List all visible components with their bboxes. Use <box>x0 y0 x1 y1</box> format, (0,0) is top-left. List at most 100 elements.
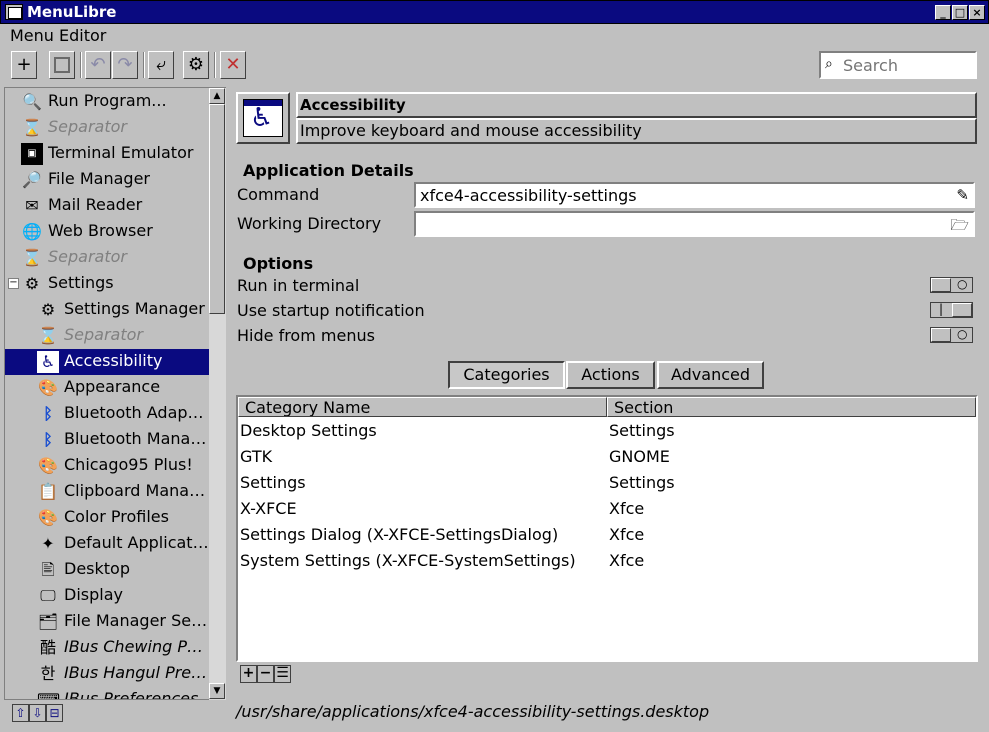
toggle-knob <box>952 303 972 317</box>
add-button[interactable]: + <box>11 51 37 79</box>
bluetooth-icon: ᛒ <box>43 430 53 449</box>
table-row[interactable]: Settings Settings <box>238 471 976 497</box>
hide-from-menus-toggle[interactable]: ○ <box>930 327 973 343</box>
minimize-button[interactable]: _ <box>935 5 951 20</box>
binoculars-icon: ⌕ <box>825 56 833 72</box>
tab-actions[interactable]: Actions <box>566 361 655 389</box>
category-name-cell: System Settings (X-XFCE-SystemSettings) <box>240 551 576 570</box>
tree-item[interactable]: ⌛ Separator <box>5 323 210 349</box>
tree-item[interactable]: ⌨ IBus Preferences <box>5 687 210 700</box>
tree-item-label: Bluetooth Adap… <box>64 403 204 422</box>
working-directory-input[interactable] <box>418 214 948 234</box>
menu-tree[interactable]: 🔍 Run Program... ⌛ Separator ▣ Terminal Emula… <box>4 87 226 700</box>
scroll-thumb[interactable] <box>209 104 225 314</box>
edit-categories-button[interactable]: ☰ <box>274 665 291 683</box>
column-header-section[interactable]: Section <box>607 397 976 417</box>
magnifier-icon: 🔍 <box>22 92 42 111</box>
tree-item[interactable]: − ⚙ Settings <box>5 271 210 297</box>
command-label: Command <box>237 185 320 204</box>
tree-item[interactable]: 🔍 Run Program... <box>5 89 210 115</box>
categories-table[interactable]: Category Name Section Desktop Settings Se… <box>236 395 978 662</box>
tree-item-label: IBus Chewing P… <box>64 637 203 656</box>
toggle-knob <box>931 328 951 342</box>
tree-item[interactable]: 📋 Clipboard Mana… <box>5 479 210 505</box>
folder-icon[interactable]: 🗁 <box>950 215 969 240</box>
tree-scrollbar[interactable]: ▲ ▼ <box>209 88 226 700</box>
undo-button[interactable]: ↶ <box>85 51 111 79</box>
table-row[interactable]: Settings Dialog (X-XFCE-SettingsDialog) X… <box>238 523 976 549</box>
collapse-icon[interactable]: − <box>8 278 19 289</box>
move-up-button[interactable]: ⇧ <box>12 704 29 722</box>
tree-item[interactable]: 🌐 Web Browser <box>5 219 210 245</box>
table-row[interactable]: System Settings (X-XFCE-SystemSettings) X… <box>238 549 976 575</box>
startup-notification-toggle[interactable]: | <box>930 302 973 318</box>
mail-icon: ✉ <box>25 196 39 215</box>
tree-item[interactable]: ⚙ Settings Manager <box>5 297 210 323</box>
tree-item[interactable]: ✦ Default Applicat… <box>5 531 210 557</box>
table-row[interactable]: Desktop Settings Settings <box>238 419 976 445</box>
tree-item[interactable]: ᛒ Bluetooth Adap… <box>5 401 210 427</box>
redo-button[interactable]: ↷ <box>112 51 138 79</box>
save-button[interactable] <box>49 51 75 79</box>
sort-button[interactable]: ⊟ <box>46 704 63 722</box>
category-name-cell: X-XFCE <box>240 499 297 518</box>
tree-item[interactable]: 🖵 Display <box>5 583 210 609</box>
desktop-file-path: /usr/share/applications/xfce4-accessibil… <box>236 702 710 721</box>
section-cell: Xfce <box>609 525 645 544</box>
app-comment-field[interactable]: Improve keyboard and mouse accessibility <box>296 118 977 144</box>
tree-item[interactable]: ✉ Mail Reader <box>5 193 210 219</box>
tree-item[interactable]: 🎨 Appearance <box>5 375 210 401</box>
application-details-heading: Application Details <box>243 161 414 180</box>
hourglass-icon: ⌛ <box>22 118 42 137</box>
maximize-button[interactable]: □ <box>952 5 968 20</box>
menu-editor-menu[interactable]: Menu Editor <box>10 26 106 45</box>
column-header-category-name[interactable]: Category Name <box>238 397 607 417</box>
tree-item[interactable]: ⌛ Separator <box>5 115 210 141</box>
move-down-button[interactable]: ⇩ <box>29 704 46 722</box>
edit-pencil-icon[interactable]: ✎ <box>956 186 969 204</box>
tree-item[interactable]: 한 IBus Hangul Pre… <box>5 661 210 687</box>
tree-item-label: Bluetooth Mana… <box>64 429 207 448</box>
app-name-field[interactable]: Accessibility <box>296 92 977 118</box>
section-cell: Settings <box>609 421 675 440</box>
tree-item-label: Separator <box>48 117 127 136</box>
tree-item[interactable]: ᛒ Bluetooth Mana… <box>5 427 210 453</box>
tree-item[interactable]: 🎨 Chicago95 Plus! <box>5 453 210 479</box>
close-button[interactable]: × <box>969 5 985 20</box>
tree-item[interactable]: 🖹 Desktop <box>5 557 210 583</box>
category-name-cell: GTK <box>240 447 273 466</box>
run-in-terminal-toggle[interactable]: ○ <box>930 277 973 293</box>
tree-item-label: IBus Preferences <box>64 689 199 700</box>
scroll-down-button[interactable]: ▼ <box>209 683 225 699</box>
tree-item[interactable]: ⌛ Separator <box>5 245 210 271</box>
off-icon: ○ <box>957 277 968 291</box>
tree-item[interactable]: 🎨 Color Profiles <box>5 505 210 531</box>
command-field[interactable]: ✎ <box>414 182 975 208</box>
delete-button[interactable]: ✕ <box>220 51 246 79</box>
section-cell: GNOME <box>609 447 670 466</box>
search-input[interactable] <box>841 55 971 75</box>
tab-categories[interactable]: Categories <box>448 361 565 389</box>
search-field[interactable]: ⌕ <box>819 51 977 79</box>
table-row[interactable]: X-XFCE Xfce <box>238 497 976 523</box>
tree-item-label: Display <box>64 585 123 604</box>
tree-item[interactable]: 🔎 File Manager <box>5 167 210 193</box>
execute-button[interactable]: ⚙ <box>183 51 209 79</box>
table-row[interactable]: GTK GNOME <box>238 445 976 471</box>
working-directory-field[interactable]: 🗁 <box>414 211 975 237</box>
app-icon-button[interactable]: ♿ <box>236 92 290 144</box>
working-directory-label: Working Directory <box>237 214 382 233</box>
tab-advanced[interactable]: Advanced <box>657 361 764 389</box>
command-input[interactable] <box>418 185 948 205</box>
tree-item[interactable]: 🗂 File Manager Se… <box>5 609 210 635</box>
title-bar[interactable]: MenuLibre _ □ × <box>0 0 989 24</box>
remove-category-button[interactable]: − <box>257 665 274 683</box>
save-icon <box>54 57 70 73</box>
tree-item-label: Settings Manager <box>64 299 205 318</box>
tree-item[interactable]: ▣ Terminal Emulator <box>5 141 210 167</box>
add-category-button[interactable]: + <box>240 665 257 683</box>
tree-item[interactable]: 酷 IBus Chewing P… <box>5 635 210 661</box>
scroll-up-button[interactable]: ▲ <box>209 88 225 104</box>
revert-button[interactable]: ⤶ <box>148 51 174 79</box>
tree-item[interactable]: ♿ Accessibility <box>5 349 210 375</box>
